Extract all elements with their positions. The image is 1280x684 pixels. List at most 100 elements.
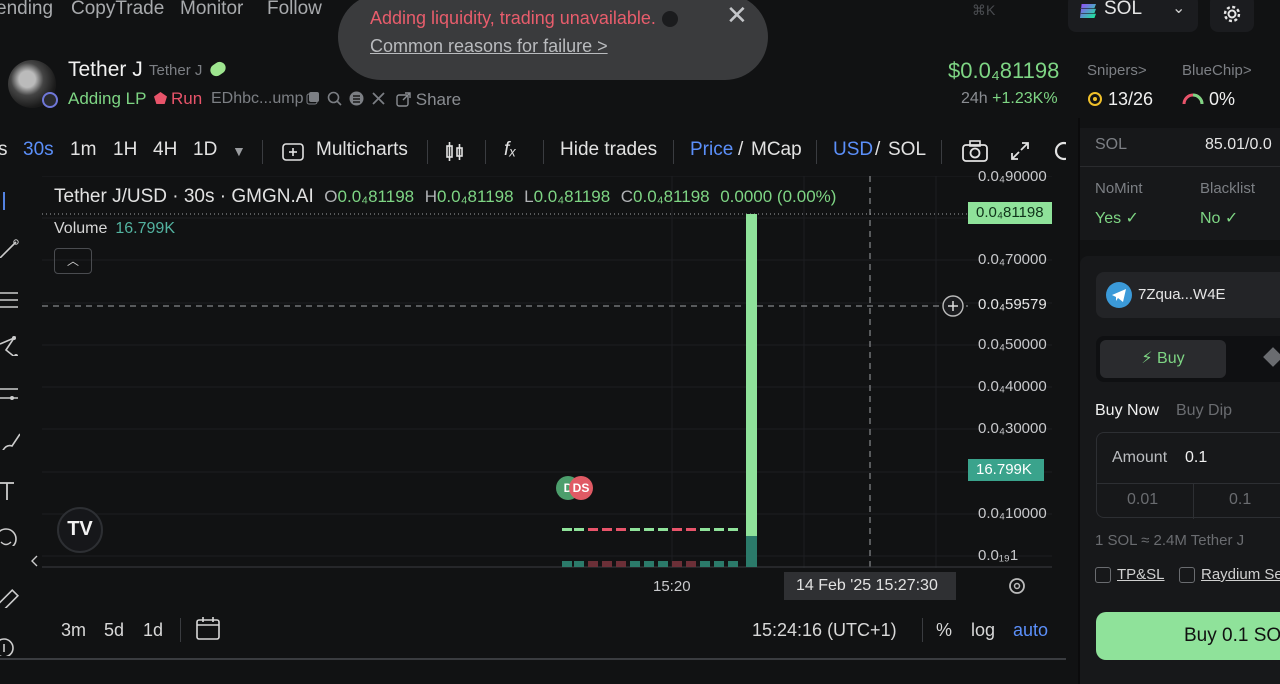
close-icon[interactable]: ✕	[726, 0, 748, 31]
usd-toggle[interactable]: USD	[833, 139, 873, 161]
panel-divider[interactable]	[0, 658, 1066, 660]
legend-open-key: O	[324, 187, 338, 206]
x-icon[interactable]	[371, 91, 386, 106]
tpsl-checkbox[interactable]: TP&SL	[1095, 566, 1165, 584]
interval-4h[interactable]: 4H	[153, 139, 177, 161]
auto-toggle[interactable]: auto	[1013, 620, 1048, 641]
volume-bar	[658, 561, 668, 567]
collapse-legend-button[interactable]: ︿	[54, 248, 92, 274]
indicators-icon[interactable]: fₓ	[504, 139, 517, 161]
tab-buy[interactable]: ⚡ Buy	[1100, 340, 1226, 378]
crosshair-icon[interactable]	[0, 190, 20, 210]
mcap-toggle[interactable]: MCap	[751, 139, 802, 161]
search-shortcut: ⌘K	[972, 2, 996, 18]
log-toggle[interactable]: log	[971, 620, 995, 641]
range-1d[interactable]: 1d	[143, 620, 163, 641]
camera-icon[interactable]	[962, 140, 988, 162]
legend-open: 0.0₄81198	[337, 187, 415, 206]
price-chart[interactable]	[42, 175, 1052, 568]
snipers-link[interactable]: Snipers>	[1087, 62, 1147, 79]
emoji-icon[interactable]	[0, 526, 20, 546]
network-select[interactable]: SOL ⌄	[1068, 0, 1198, 32]
sol-balance-label: SOL	[1095, 136, 1128, 153]
chart-settings-icon[interactable]	[1052, 139, 1066, 163]
list-icon[interactable]	[349, 91, 364, 106]
percent-toggle[interactable]: %	[936, 620, 952, 641]
candle	[686, 528, 696, 531]
telegram-wallet[interactable]: 7Zqua...W4E	[1096, 272, 1280, 318]
nav-monitor[interactable]: Monitor	[180, 0, 243, 20]
tab-buy-now[interactable]: Buy Now	[1095, 402, 1159, 420]
amount-input[interactable]: 0.1	[1185, 449, 1207, 467]
y-tick: 0.0₁₉1	[978, 547, 1019, 564]
tradingview-logo[interactable]: TV	[57, 507, 103, 553]
nav-trending[interactable]: ending	[0, 0, 53, 20]
add-chart-icon[interactable]	[282, 143, 304, 161]
amount-field[interactable]: Amount 0.1 0.01 0.1	[1096, 432, 1280, 519]
copy-icon[interactable]	[306, 91, 320, 105]
interval-1h[interactable]: 1H	[113, 139, 137, 161]
interval-30s[interactable]: 30s	[23, 139, 54, 161]
range-5d[interactable]: 5d	[104, 620, 124, 641]
tag-icon[interactable]	[1263, 347, 1280, 367]
ruler-icon[interactable]	[0, 588, 20, 608]
nav-copytrade[interactable]: CopyTrade	[71, 0, 164, 20]
text-icon[interactable]	[0, 480, 20, 500]
interval-s[interactable]: s	[0, 139, 8, 161]
y-tick: 0.0₄40000	[978, 378, 1047, 395]
solana-icon	[1080, 4, 1096, 18]
tab-buy-dip[interactable]: Buy Dip	[1176, 402, 1232, 420]
chain-badge-icon	[42, 92, 58, 108]
forecast-icon[interactable]	[0, 386, 20, 406]
x-tick: 15:20	[653, 578, 691, 595]
add-alert-icon[interactable]	[941, 294, 965, 318]
share-button[interactable]: Share	[396, 90, 461, 110]
toast-failure-link[interactable]: Common reasons for failure >	[370, 36, 608, 57]
crosshair-time-tag: 14 Feb '25 15:27:30	[784, 572, 956, 600]
pattern-icon[interactable]	[0, 336, 20, 356]
candle	[616, 528, 626, 531]
candle	[728, 528, 738, 531]
token-price: $0.0₄81198	[948, 58, 1060, 83]
volume-bar	[588, 561, 598, 567]
volume-value: 16.799K	[115, 220, 175, 237]
trendline-icon[interactable]	[0, 238, 20, 258]
target-icon	[1088, 92, 1102, 106]
interval-dropdown-icon[interactable]: ▼	[232, 143, 246, 159]
date-range-icon[interactable]	[196, 617, 222, 641]
volume-bar	[686, 561, 696, 567]
hide-trades-button[interactable]: Hide trades	[560, 139, 657, 161]
legend-high: 0.0₄81198	[436, 187, 514, 206]
candles-icon[interactable]	[444, 141, 466, 163]
price-toggle[interactable]: Price	[690, 139, 733, 161]
brush-icon[interactable]	[0, 430, 20, 450]
volume-bar	[728, 561, 738, 567]
interval-1d[interactable]: 1D	[193, 139, 217, 161]
multicharts-button[interactable]: Multicharts	[316, 139, 408, 161]
top-nav: ending CopyTrade Monitor Follow	[0, 0, 340, 24]
volume-bar	[574, 561, 584, 567]
search-icon[interactable]	[327, 91, 342, 106]
token-avatar	[8, 60, 58, 108]
contract-address[interactable]: EDhbc...ump	[211, 90, 303, 108]
settings-button[interactable]	[1210, 0, 1254, 32]
fullscreen-icon[interactable]	[1010, 141, 1030, 161]
candle	[574, 528, 584, 531]
fib-icon[interactable]	[0, 290, 20, 310]
legend-high-key: H	[424, 187, 437, 206]
raydium-checkbox[interactable]: Raydium Se	[1179, 566, 1280, 584]
bluechip-link[interactable]: BlueChip>	[1182, 62, 1252, 79]
trade-marker-ds[interactable]: DS	[569, 476, 593, 500]
interval-1m[interactable]: 1m	[70, 139, 96, 161]
preset-0-1[interactable]: 0.1	[1229, 491, 1251, 509]
buy-button[interactable]: Buy 0.1 SOL	[1096, 612, 1280, 660]
zoom-in-icon[interactable]	[0, 636, 20, 656]
sol-balance-value: 85.01/0.0	[1205, 136, 1272, 153]
candle	[562, 528, 572, 531]
sol-toggle[interactable]: SOL	[888, 139, 926, 161]
nav-follow[interactable]: Follow	[267, 0, 322, 20]
axis-settings-icon[interactable]	[1006, 575, 1028, 597]
chart-clock[interactable]: 15:24:16 (UTC+1)	[752, 620, 897, 641]
preset-0-01[interactable]: 0.01	[1127, 491, 1158, 509]
range-3m[interactable]: 3m	[61, 620, 86, 641]
